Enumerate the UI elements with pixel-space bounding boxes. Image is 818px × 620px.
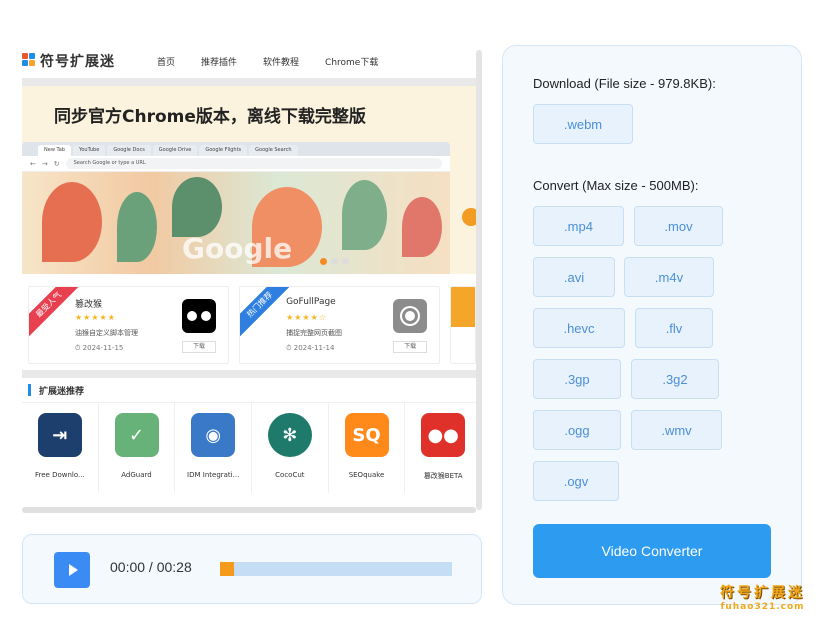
app-tile[interactable]: ◉ IDM Integrati... bbox=[175, 403, 253, 493]
card-date: ⏱ 2024-11-14 bbox=[286, 344, 335, 352]
mock-tab: YouTube bbox=[72, 145, 106, 156]
card-name: 篡改猴 bbox=[75, 300, 103, 310]
format-button-3gp[interactable]: .3gp bbox=[533, 359, 621, 399]
divider bbox=[22, 370, 482, 378]
back-arrow-icon: ← bbox=[30, 159, 36, 168]
adguard-shield-icon: ✓ bbox=[114, 413, 159, 457]
seoquake-icon: SQ bbox=[344, 413, 389, 457]
app-label: IDM Integrati... bbox=[187, 471, 240, 479]
app-label: AdGuard bbox=[121, 471, 152, 479]
format-button-mov[interactable]: .mov bbox=[634, 206, 723, 246]
app-tile[interactable]: SQ SEOquake bbox=[329, 403, 406, 493]
format-button-mp4[interactable]: .mp4 bbox=[533, 206, 624, 246]
rating-stars: ★★★★★ bbox=[75, 313, 116, 322]
convert-label: Convert (Max size - 500MB): bbox=[533, 178, 699, 193]
video-frame[interactable]: 符号扩展迷 首页 推荐插件 软件教程 Chrome下载 同步官方Chrome版本… bbox=[22, 45, 482, 515]
google-doodle-art: Google bbox=[22, 172, 450, 274]
mock-tab: Google Docs bbox=[107, 145, 151, 156]
format-button-wmv[interactable]: .wmv bbox=[631, 410, 722, 450]
site-nav: 符号扩展迷 首页 推荐插件 软件教程 Chrome下载 bbox=[22, 45, 482, 77]
format-button-m4v[interactable]: .m4v bbox=[624, 257, 714, 297]
nav-links: 首页 推荐插件 软件教程 Chrome下载 bbox=[157, 55, 378, 68]
page: 符号扩展迷 首页 推荐插件 软件教程 Chrome下载 同步官方Chrome版本… bbox=[0, 0, 818, 620]
progress-bar[interactable] bbox=[220, 562, 452, 576]
extension-card[interactable]: 热门推荐 GoFullPage ★★★★☆ 捕捉完整网页截图 ⏱ 2024-11… bbox=[239, 286, 441, 364]
format-button-hevc[interactable]: .hevc bbox=[533, 308, 625, 348]
app-tile[interactable]: ✻ CocoCut bbox=[252, 403, 329, 493]
progress-fill bbox=[220, 562, 234, 576]
format-button-ogg[interactable]: .ogg bbox=[533, 410, 621, 450]
mock-address-bar: ← → ↻ Search Google or type a URL bbox=[22, 156, 450, 172]
app-label: 篡改猴BETA bbox=[423, 472, 463, 480]
format-button-flv[interactable]: .flv bbox=[635, 308, 713, 348]
cococut-palm-icon: ✻ bbox=[267, 413, 312, 457]
app-tile[interactable]: ✓ AdGuard bbox=[99, 403, 176, 493]
nav-link-tutorials[interactable]: 软件教程 bbox=[263, 55, 299, 68]
format-button-webm[interactable]: .webm bbox=[533, 104, 633, 144]
play-button[interactable] bbox=[54, 552, 90, 588]
site-logo[interactable]: 符号扩展迷 bbox=[22, 51, 115, 71]
tampermonkey-beta-icon: ●● bbox=[421, 413, 466, 457]
format-button-ogv[interactable]: .ogv bbox=[533, 461, 619, 501]
app-label: Free Downlo... bbox=[34, 471, 85, 479]
forward-arrow-icon: → bbox=[41, 159, 48, 168]
playback-time: 00:00 / 00:28 bbox=[110, 559, 192, 575]
video-converter-button[interactable]: Video Converter bbox=[533, 524, 771, 578]
rating-stars: ★★★★☆ bbox=[286, 313, 327, 322]
mock-tab-strip: New Tab YouTube Google Docs Google Drive… bbox=[22, 142, 450, 156]
app-tile[interactable]: ●● 篡改猴BETA bbox=[405, 403, 482, 493]
mock-tab: Google Drive bbox=[152, 145, 198, 156]
download-button[interactable]: 下载 bbox=[393, 341, 428, 353]
mock-browser: New Tab YouTube Google Docs Google Drive… bbox=[22, 142, 450, 274]
watermark: 符号扩展迷 fuhao321.com bbox=[720, 582, 805, 612]
banner-title: 同步官方Chrome版本，离线下载完整版 bbox=[54, 107, 366, 127]
card-desc: 捕捉完整网页截图 bbox=[286, 329, 343, 337]
format-button-avi[interactable]: .avi bbox=[533, 257, 615, 297]
app-label: CocoCut bbox=[275, 471, 305, 479]
logo-text: 符号扩展迷 bbox=[40, 54, 115, 70]
horizontal-scrollbar[interactable] bbox=[22, 507, 476, 513]
logo-mark-icon bbox=[22, 53, 36, 69]
extension-card[interactable]: 最受人气 篡改猴 ★★★★★ 油猴自定义脚本管理 ⏱ 2024-11-15 下载 bbox=[28, 286, 230, 364]
carousel-dots[interactable] bbox=[320, 258, 349, 265]
mock-tab: New Tab bbox=[38, 145, 71, 156]
download-label: Download (File size - 979.8KB): bbox=[533, 76, 716, 91]
app-label: SEOquake bbox=[348, 471, 385, 479]
nav-link-home[interactable]: 首页 bbox=[157, 55, 175, 68]
card-date: ⏱ 2024-11-15 bbox=[75, 344, 124, 352]
free-download-manager-icon: ⇥ bbox=[37, 413, 82, 457]
reload-icon: ↻ bbox=[53, 159, 60, 168]
card-name: GoFullPage bbox=[286, 297, 336, 307]
idm-globe-icon: ◉ bbox=[191, 413, 236, 457]
tampermonkey-icon bbox=[182, 299, 217, 333]
download-button[interactable]: 下载 bbox=[182, 341, 217, 353]
app-tile[interactable]: ⇥ Free Downlo... bbox=[22, 403, 99, 493]
mock-url: Search Google or type a URL bbox=[65, 158, 442, 169]
download-panel: Download (File size - 979.8KB): .webm Co… bbox=[502, 45, 802, 605]
card-ribbon bbox=[451, 287, 476, 327]
nav-link-chrome-download[interactable]: Chrome下载 bbox=[325, 55, 378, 68]
featured-cards: 最受人气 篡改猴 ★★★★★ 油猴自定义脚本管理 ⏱ 2024-11-15 下载… bbox=[22, 274, 482, 368]
mock-tab: Google Flights bbox=[199, 145, 248, 156]
google-wordmark: Google bbox=[182, 232, 293, 265]
camera-icon bbox=[393, 299, 428, 333]
vertical-scrollbar[interactable] bbox=[476, 50, 482, 510]
extension-card-partial[interactable] bbox=[450, 286, 477, 364]
divider bbox=[22, 78, 482, 86]
watermark-text: 符号扩展迷 bbox=[720, 585, 805, 601]
card-desc: 油猴自定义脚本管理 bbox=[75, 329, 138, 337]
app-grid: ⇥ Free Downlo... ✓ AdGuard ◉ IDM Integra… bbox=[22, 402, 482, 493]
section-title: 扩展迷推荐 bbox=[22, 378, 482, 402]
mock-tab: Google Search bbox=[249, 145, 298, 156]
nav-link-recommended[interactable]: 推荐插件 bbox=[201, 55, 237, 68]
format-button-3g2[interactable]: .3g2 bbox=[631, 359, 719, 399]
banner[interactable]: 同步官方Chrome版本，离线下载完整版 New Tab YouTube Goo… bbox=[22, 86, 482, 274]
video-player-controls: 00:00 / 00:28 bbox=[22, 534, 482, 604]
watermark-url: fuhao321.com bbox=[720, 602, 805, 612]
